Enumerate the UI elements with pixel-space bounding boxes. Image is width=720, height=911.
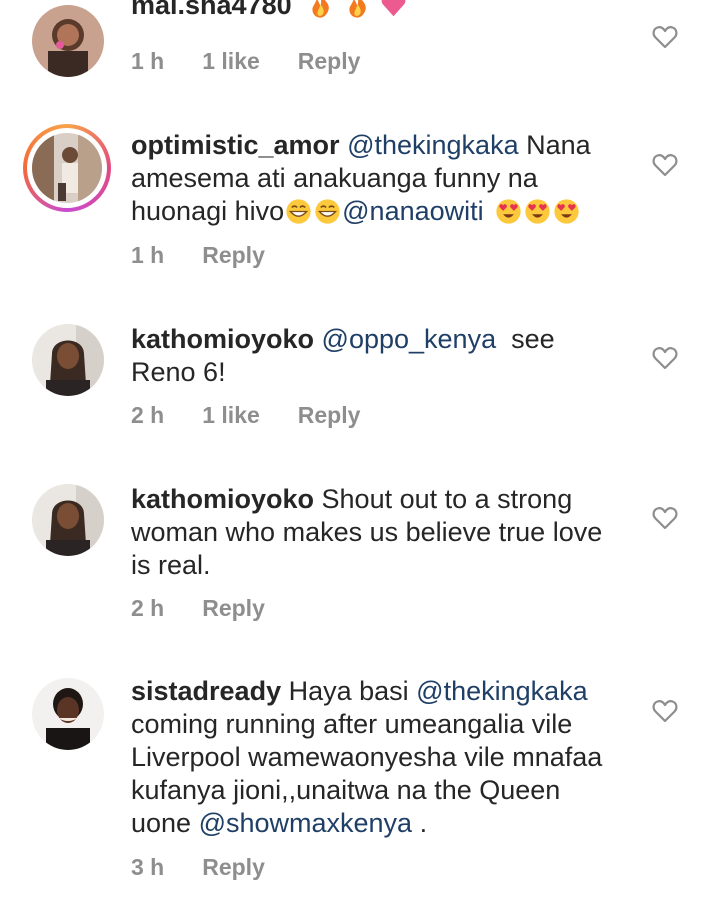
comment-text: kathomioyoko Shout out to a strong woman… bbox=[131, 483, 621, 582]
comment-text: optimistic_amor @thekingkaka Nana amesem… bbox=[131, 129, 621, 228]
heart-eyes-emoji bbox=[495, 198, 522, 225]
avatar[interactable] bbox=[32, 678, 104, 750]
username[interactable]: kathomioyoko bbox=[131, 484, 314, 514]
comment-body: Haya basi bbox=[281, 676, 417, 706]
like-heart-icon[interactable] bbox=[652, 153, 678, 177]
comment-meta: 3 h Reply bbox=[131, 853, 303, 881]
heart-eyes-emoji bbox=[553, 198, 580, 225]
like-heart-icon[interactable] bbox=[652, 25, 678, 49]
fire-emoji bbox=[307, 0, 334, 19]
pink-heart-emoji bbox=[380, 0, 407, 19]
timestamp: 2 h bbox=[131, 595, 165, 621]
timestamp: 1 h bbox=[131, 48, 165, 74]
timestamp: 3 h bbox=[131, 854, 165, 880]
mention-link[interactable]: @nanaowiti bbox=[342, 196, 484, 226]
username[interactable]: sistadready bbox=[131, 676, 281, 706]
fire-emoji bbox=[344, 0, 371, 19]
reply-button[interactable]: Reply bbox=[298, 47, 361, 75]
heart-eyes-emoji bbox=[524, 198, 551, 225]
comment-text: mal.sha4780 bbox=[131, 0, 621, 29]
avatar[interactable] bbox=[32, 5, 104, 77]
reply-button[interactable]: Reply bbox=[202, 594, 265, 622]
comment-body: . bbox=[412, 808, 428, 838]
username[interactable]: optimistic_amor bbox=[131, 130, 340, 160]
comment-text: kathomioyoko @oppo_kenya see Reno 6! bbox=[131, 323, 621, 389]
timestamp: 1 h bbox=[131, 242, 165, 268]
avatar bbox=[32, 133, 102, 203]
comment-text: sistadready Haya basi @thekingkaka comin… bbox=[131, 675, 621, 840]
comment-meta: 2 h 1 like Reply bbox=[131, 401, 398, 429]
username[interactable]: mal.sha4780 bbox=[131, 0, 292, 20]
avatar-story-ring[interactable] bbox=[23, 124, 111, 212]
comment-meta: 1 h Reply bbox=[131, 241, 303, 269]
avatar[interactable] bbox=[32, 484, 104, 556]
like-heart-icon[interactable] bbox=[652, 346, 678, 370]
mention-link[interactable]: @oppo_kenya bbox=[322, 324, 497, 354]
reply-button[interactable]: Reply bbox=[202, 241, 265, 269]
avatar[interactable] bbox=[32, 324, 104, 396]
grin-emoji bbox=[314, 198, 341, 225]
reply-button[interactable]: Reply bbox=[202, 853, 265, 881]
reply-button[interactable]: Reply bbox=[298, 401, 361, 429]
mention-link[interactable]: @thekingkaka bbox=[347, 130, 519, 160]
like-heart-icon[interactable] bbox=[652, 506, 678, 530]
like-count[interactable]: 1 like bbox=[202, 401, 260, 429]
like-heart-icon[interactable] bbox=[652, 699, 678, 723]
comment-meta: 2 h Reply bbox=[131, 594, 303, 622]
like-count[interactable]: 1 like bbox=[202, 47, 260, 75]
comment-meta: 1 h 1 like Reply bbox=[131, 47, 398, 75]
mention-link[interactable]: @showmaxkenya bbox=[199, 808, 413, 838]
username[interactable]: kathomioyoko bbox=[131, 324, 314, 354]
timestamp: 2 h bbox=[131, 402, 165, 428]
mention-link[interactable]: @thekingkaka bbox=[416, 676, 588, 706]
grin-emoji bbox=[285, 198, 312, 225]
